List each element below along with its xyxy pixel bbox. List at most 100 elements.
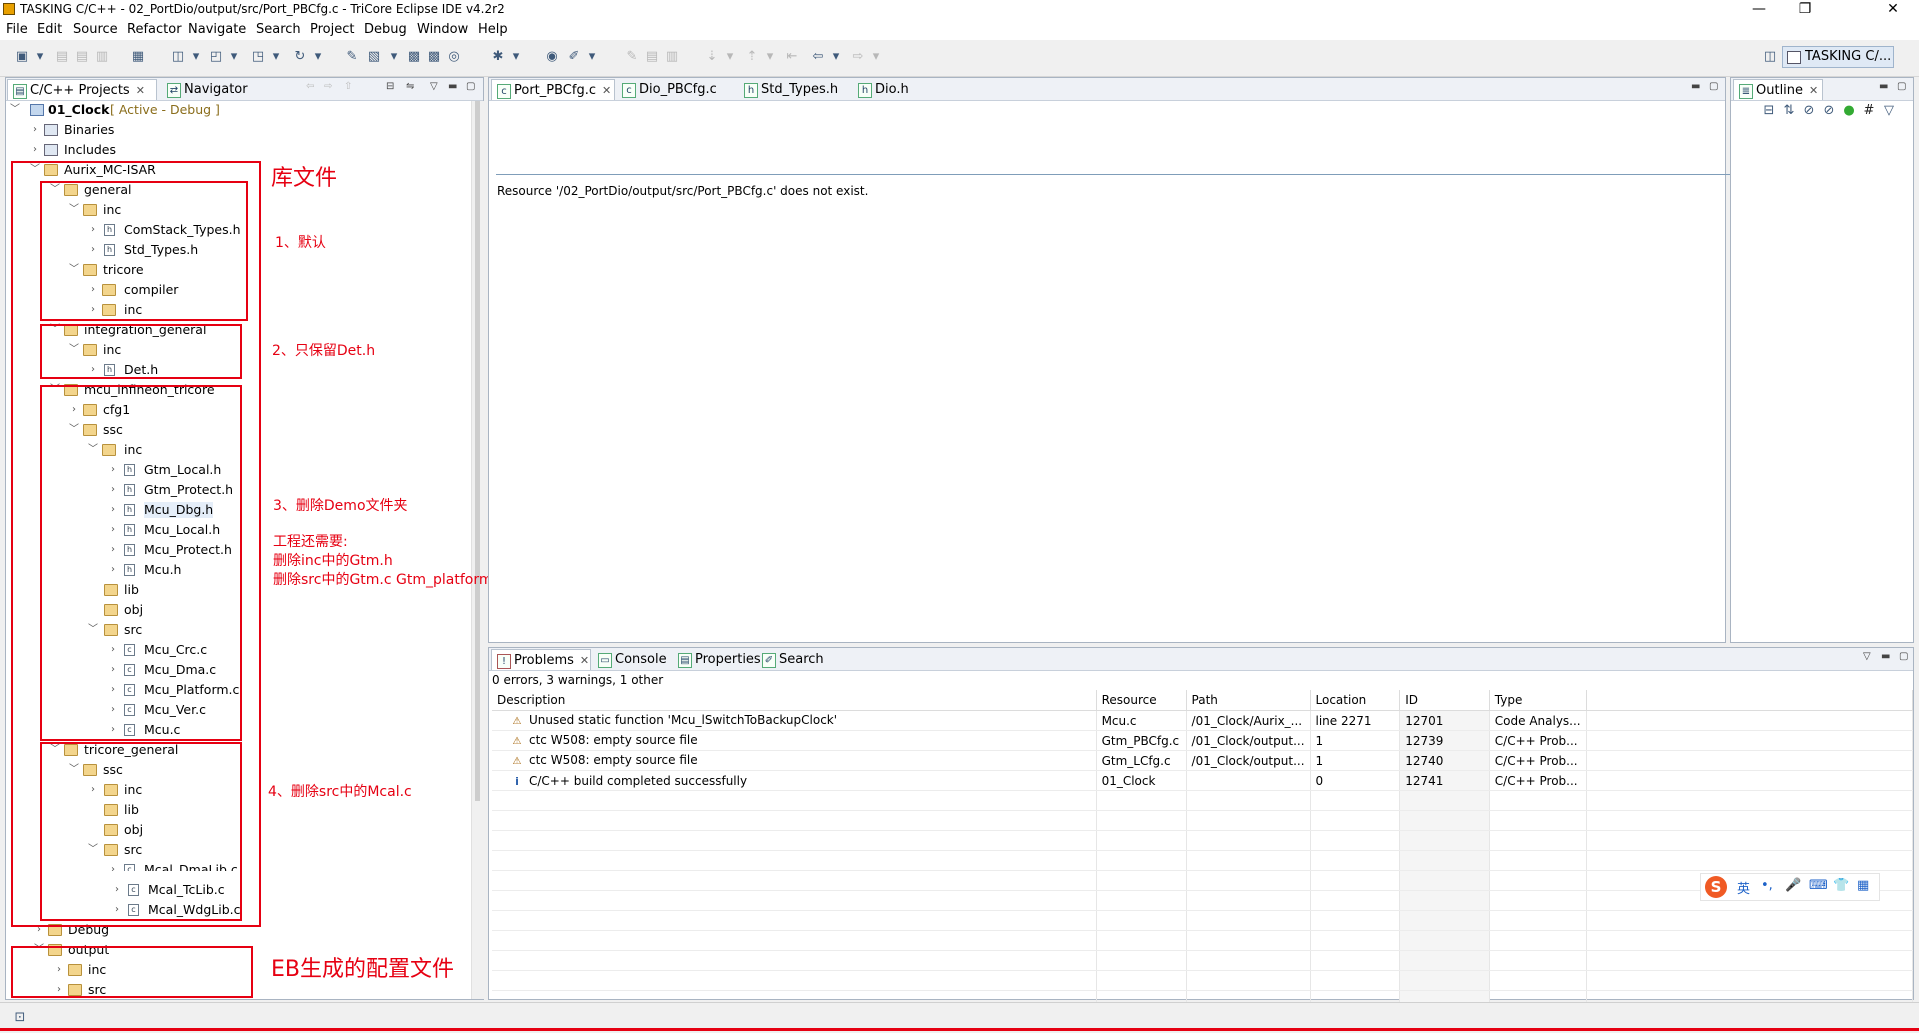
new-icon[interactable]: ▣ xyxy=(14,49,30,65)
save-icon[interactable]: ▤ xyxy=(54,49,70,65)
view-menu-icon[interactable]: ▽ xyxy=(1881,103,1897,119)
dropdown-icon[interactable]: ▾ xyxy=(188,49,204,65)
maximize-view-icon[interactable]: ▢ xyxy=(1897,81,1906,92)
back-icon[interactable]: ⇦ xyxy=(306,81,314,92)
new-folder-icon[interactable]: ◰ xyxy=(208,49,224,65)
close-button[interactable]: ✕ xyxy=(1870,0,1916,20)
last-edit-icon[interactable]: ⇤ xyxy=(784,49,800,65)
up-icon[interactable]: ⇧ xyxy=(344,81,352,92)
keyboard-icon[interactable]: ⌨ xyxy=(1809,878,1828,893)
column-resource[interactable]: Resource xyxy=(1096,690,1187,711)
dropdown-icon[interactable]: ▾ xyxy=(584,49,600,65)
print-icon[interactable]: ▥ xyxy=(94,49,110,65)
fast-view-icon[interactable]: ⊡ xyxy=(12,1010,28,1026)
open-type-icon[interactable]: ◉ xyxy=(544,49,560,65)
menu-navigate[interactable]: Navigate xyxy=(188,22,246,37)
tab-dio-h[interactable]: h Dio.h xyxy=(853,79,939,100)
minimize-view-icon[interactable]: ▬ xyxy=(1691,81,1700,92)
link-editor-icon[interactable]: ⇋ xyxy=(406,81,414,92)
tab-port-pbcfg[interactable]: c Port_PBCfg.c ✕ xyxy=(491,79,615,100)
menu-file[interactable]: File xyxy=(6,22,28,37)
dropdown-icon[interactable]: ▾ xyxy=(762,49,778,65)
build-icon[interactable]: ▦ xyxy=(130,49,146,65)
target-icon[interactable]: ◎ xyxy=(446,49,462,65)
prev-annotation-icon[interactable]: ⇡ xyxy=(744,49,760,65)
dropdown-icon[interactable]: ▾ xyxy=(310,49,326,65)
menu-source[interactable]: Source xyxy=(73,22,118,37)
tab-search[interactable]: ✐ Search xyxy=(757,649,825,670)
table-row[interactable]: i C/C++ build completed successfully 01_C… xyxy=(492,770,1914,791)
dropdown-icon[interactable]: ▾ xyxy=(268,49,284,65)
maximize-button[interactable]: ❐ xyxy=(1782,0,1828,20)
menu-search[interactable]: Search xyxy=(256,22,301,37)
dropdown-icon[interactable]: ▾ xyxy=(722,49,738,65)
column-description[interactable]: Description xyxy=(492,690,1097,711)
view-menu-icon[interactable]: ▽ xyxy=(430,81,438,92)
perspective-tasking[interactable]: TASKING C/... xyxy=(1782,46,1894,68)
scrollbar-thumb[interactable] xyxy=(475,101,480,801)
debug-icon[interactable]: ✱ xyxy=(490,49,506,65)
menu-edit[interactable]: Edit xyxy=(37,22,62,37)
wrench-icon[interactable]: ✎ xyxy=(344,49,360,65)
tab-std-types[interactable]: h Std_Types.h xyxy=(739,79,851,100)
tab-problems[interactable]: ! Problems ✕ xyxy=(491,649,591,670)
hide-nonpublic-icon[interactable]: ● xyxy=(1841,103,1857,119)
new-file-icon[interactable]: ◳ xyxy=(250,49,266,65)
open-perspective-icon[interactable]: ◫ xyxy=(1762,49,1778,65)
toolbox-icon[interactable]: ▦ xyxy=(1857,878,1869,893)
dropdown-icon[interactable]: ▾ xyxy=(226,49,242,65)
tab-console[interactable]: ▭ Console xyxy=(593,649,671,670)
sort-icon[interactable]: ⇅ xyxy=(1781,103,1797,119)
hide-fields-icon[interactable]: ⊘ xyxy=(1801,103,1817,119)
save-all-icon[interactable]: ▤ xyxy=(74,49,90,65)
tab-navigator[interactable]: ⇄ Navigator xyxy=(162,79,272,100)
menu-debug[interactable]: Debug xyxy=(364,22,407,37)
forward-icon[interactable]: ⇨ xyxy=(324,81,332,92)
menu-help[interactable]: Help xyxy=(478,22,508,37)
minimize-view-icon[interactable]: ▬ xyxy=(1881,651,1890,662)
ime-lang-toggle[interactable]: 英 xyxy=(1737,878,1750,897)
tab-properties[interactable]: ▤ Properties xyxy=(673,649,761,670)
view-menu-icon[interactable]: ▽ xyxy=(1863,651,1871,662)
column-type[interactable]: Type xyxy=(1489,690,1587,711)
ime-toolbar[interactable]: S 英 •, 🎤 ⌨ 👕 ▦ xyxy=(1700,873,1880,901)
table-row[interactable]: ⚠ ctc W508: empty source file Gtm_LCfg.c … xyxy=(492,750,1914,771)
menu-window[interactable]: Window xyxy=(417,22,468,37)
menu-project[interactable]: Project xyxy=(310,22,354,37)
chevron-right-icon[interactable]: › xyxy=(30,142,40,158)
tab-dio-pbcfg[interactable]: c Dio_PBCfg.c xyxy=(617,79,737,100)
search-icon[interactable]: ✐ xyxy=(566,49,582,65)
back-icon[interactable]: ⇦ xyxy=(810,49,826,65)
collapse-all-icon[interactable]: ⊟ xyxy=(1761,103,1777,119)
maximize-view-icon[interactable]: ▢ xyxy=(1899,651,1908,662)
tab-outline[interactable]: ≣ Outline ✕ xyxy=(1733,79,1823,100)
table-row[interactable]: ⚠ ctc W508: empty source file Gtm_PBCfg.c… xyxy=(492,730,1914,751)
dropdown-icon[interactable]: ▾ xyxy=(386,49,402,65)
column-id[interactable]: ID xyxy=(1399,690,1490,711)
tool-icon[interactable]: ▧ xyxy=(366,49,382,65)
edit-icon[interactable]: ✎ xyxy=(624,49,640,65)
dropdown-icon[interactable]: ▾ xyxy=(508,49,524,65)
table-row[interactable]: ⚠ Unused static function 'Mcu_lSwitchToBa… xyxy=(492,710,1914,731)
minimize-button[interactable]: — xyxy=(1736,0,1782,20)
dropdown-icon[interactable]: ▾ xyxy=(868,49,884,65)
chip-icon[interactable]: ▩ xyxy=(406,49,422,65)
forward-icon[interactable]: ⇨ xyxy=(850,49,866,65)
minimize-view-icon[interactable]: ▬ xyxy=(448,81,457,92)
next-annotation-icon[interactable]: ⇣ xyxy=(704,49,720,65)
close-icon[interactable]: ✕ xyxy=(580,654,589,667)
dropdown-icon[interactable]: ▾ xyxy=(828,49,844,65)
chevron-down-icon[interactable]: ﹀ xyxy=(10,102,20,118)
column-path[interactable]: Path xyxy=(1186,690,1311,711)
chevron-right-icon[interactable]: › xyxy=(30,122,40,138)
close-icon[interactable]: ✕ xyxy=(136,84,145,97)
ime-punct-toggle[interactable]: •, xyxy=(1761,878,1773,893)
skin-icon[interactable]: 👕 xyxy=(1833,878,1849,893)
maximize-view-icon[interactable]: ▢ xyxy=(1709,81,1718,92)
close-icon[interactable]: ✕ xyxy=(1809,84,1818,97)
close-icon[interactable]: ✕ xyxy=(602,84,611,97)
collapse-all-icon[interactable]: ⊟ xyxy=(386,81,394,92)
menu-refactor[interactable]: Refactor xyxy=(127,22,182,37)
maximize-view-icon[interactable]: ▢ xyxy=(466,81,475,92)
hide-defines-icon[interactable]: # xyxy=(1861,103,1877,119)
